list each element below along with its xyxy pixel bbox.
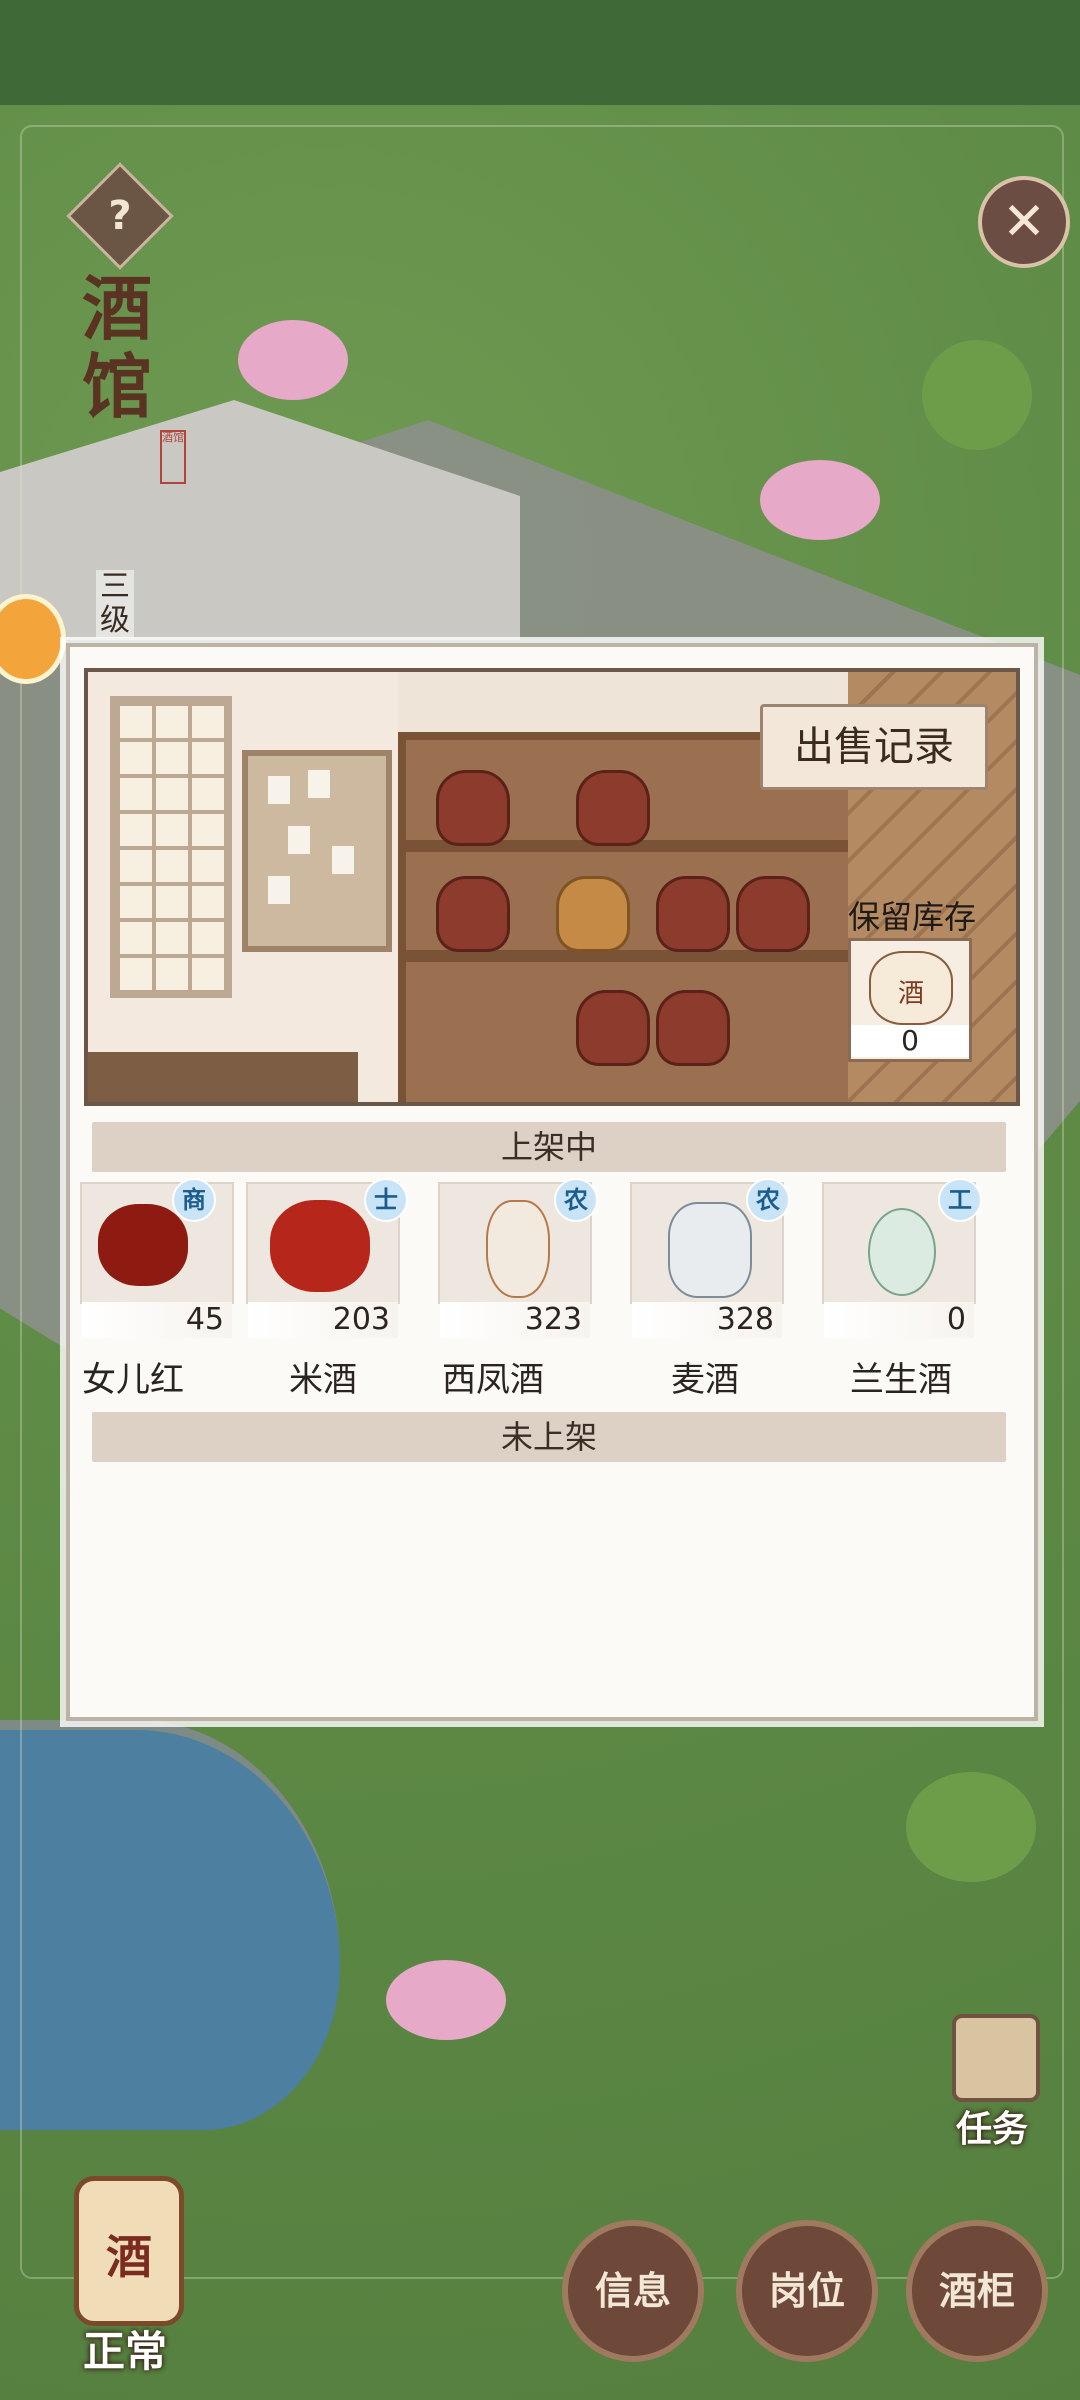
jar-glyph: 酒 bbox=[106, 2230, 152, 2284]
wine-gourd-icon bbox=[840, 1194, 950, 1296]
note bbox=[288, 826, 310, 854]
note bbox=[268, 776, 290, 804]
question-icon: ? bbox=[108, 193, 132, 239]
item-name: 米酒 bbox=[289, 1360, 357, 1400]
counter bbox=[88, 1052, 358, 1102]
scroll-icon bbox=[952, 2014, 1040, 2102]
tier-badge: 商 bbox=[172, 1178, 216, 1222]
task-label: 任务 bbox=[955, 2109, 1028, 2150]
wine-cabinet-button[interactable]: 酒柜 bbox=[906, 2220, 1048, 2362]
top-band bbox=[0, 0, 1080, 105]
wine-jar-icon: 酒 bbox=[869, 951, 953, 1025]
jar-icon bbox=[576, 770, 650, 846]
info-button[interactable]: 信息 bbox=[562, 2220, 704, 2362]
tavern-title: 酒馆 bbox=[82, 267, 152, 428]
tavern-status[interactable]: 酒 正常 bbox=[30, 2148, 230, 2378]
tier-badge: 工 bbox=[938, 1178, 982, 1222]
jar-icon bbox=[576, 990, 650, 1066]
jar-icon bbox=[556, 876, 630, 952]
off-shelf-header: 未上架 bbox=[92, 1412, 1006, 1462]
reserve-stock-slot[interactable]: 酒 0 bbox=[848, 938, 972, 1062]
reserve-stock-label: 保留库存 bbox=[847, 898, 976, 936]
item-name: 女儿红 bbox=[82, 1360, 184, 1400]
wine-bottle-icon bbox=[456, 1194, 566, 1298]
jar-icon bbox=[656, 990, 730, 1066]
wine-jar-icon bbox=[264, 1194, 374, 1292]
on-shelf-header: 上架中 bbox=[92, 1122, 1006, 1172]
item-name: 西凤酒 bbox=[442, 1360, 544, 1400]
tier-badge: 士 bbox=[364, 1178, 408, 1222]
item-count: 45 bbox=[82, 1302, 232, 1338]
close-button[interactable]: ✕ bbox=[978, 176, 1070, 268]
status-label: 正常 bbox=[82, 2327, 167, 2376]
seal-stamp: 酒馆 bbox=[160, 430, 186, 484]
item-count: 203 bbox=[248, 1302, 398, 1338]
note bbox=[332, 846, 354, 874]
tier-badge: 农 bbox=[746, 1178, 790, 1222]
item-name: 麦酒 bbox=[671, 1360, 739, 1400]
item-count: 0 bbox=[824, 1302, 974, 1338]
note bbox=[268, 876, 290, 904]
jar-icon bbox=[656, 876, 730, 952]
tavern-level: 三级 bbox=[96, 570, 134, 638]
jar-icon bbox=[436, 876, 510, 952]
task-button[interactable]: 任务 bbox=[932, 2004, 1052, 2154]
lattice-window bbox=[110, 696, 232, 998]
wine-pitcher-icon bbox=[648, 1194, 758, 1298]
reserve-count: 0 bbox=[851, 1025, 969, 1057]
tier-badge: 农 bbox=[554, 1178, 598, 1222]
post-button[interactable]: 岗位 bbox=[736, 2220, 878, 2362]
item-count: 323 bbox=[440, 1302, 590, 1338]
item-name: 兰生酒 bbox=[850, 1360, 952, 1400]
wine-jar-icon: 酒 bbox=[74, 2176, 184, 2326]
item-count: 328 bbox=[632, 1302, 782, 1338]
jar-icon bbox=[736, 876, 810, 952]
jar-glyph: 酒 bbox=[897, 979, 924, 1009]
jar-icon bbox=[436, 770, 510, 846]
notice-board bbox=[242, 750, 392, 952]
note bbox=[308, 770, 330, 798]
sales-record-button[interactable]: 出售记录 bbox=[760, 704, 988, 790]
